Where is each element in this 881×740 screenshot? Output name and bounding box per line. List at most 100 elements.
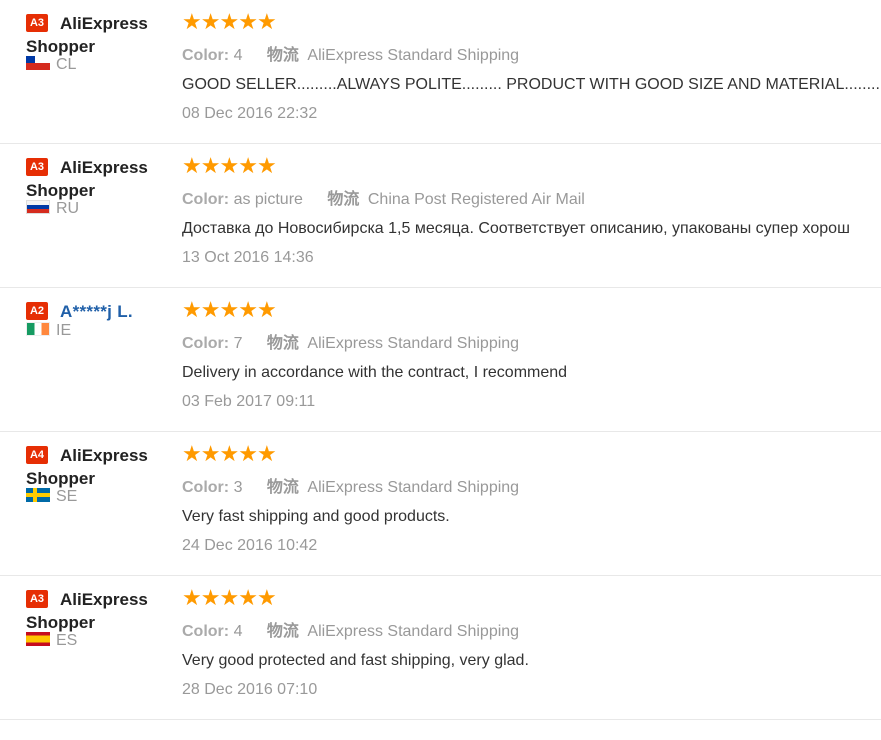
review-content: ★★★★★ Color: 3 物流 AliExpress Standard Sh… (182, 441, 881, 555)
color-label: Color: (182, 47, 230, 64)
color-value: as picture (233, 191, 303, 208)
reviewer-name-line2: Shopper (26, 37, 95, 56)
star-icon: ★ (219, 585, 239, 610)
reviewer-name-link[interactable]: A*****j L. (60, 302, 133, 321)
review-date: 13 Oct 2016 14:36 (182, 249, 314, 266)
review-content: ★★★★★ Color: 4 物流 AliExpress Standard Sh… (182, 9, 881, 123)
rating-stars: ★★★★★ (182, 297, 881, 322)
reviewer-country: SE (26, 488, 77, 506)
reviewer: A3 AliExpress Shopper (26, 588, 176, 634)
flag-cl-icon (26, 56, 50, 71)
color-label: Color: (182, 479, 230, 496)
star-icon: ★ (256, 9, 277, 34)
review-content: ★★★★★ Color: 7 物流 AliExpress Standard Sh… (182, 297, 881, 411)
reviewer-name-line2: Shopper (26, 181, 95, 200)
color-label: Color: (182, 335, 230, 352)
reviewer-name-line2: Shopper (26, 613, 95, 632)
reviewer-country: ES (26, 632, 77, 650)
star-icon: ★ (200, 153, 221, 178)
reviewer: A4 AliExpress Shopper (26, 444, 176, 490)
color-label: Color: (182, 623, 230, 640)
shipping-value: AliExpress Standard Shipping (307, 335, 520, 352)
color-label: Color: (182, 191, 230, 208)
star-icon: ★ (256, 297, 277, 322)
rating-stars: ★★★★★ (182, 153, 881, 178)
color-value: 4 (233, 623, 243, 640)
star-icon: ★ (256, 441, 277, 466)
star-icon: ★ (219, 9, 239, 34)
shipping-value: AliExpress Standard Shipping (307, 479, 520, 496)
review-date: 08 Dec 2016 22:32 (182, 105, 318, 122)
review-meta: Color: as picture 物流 China Post Register… (182, 185, 881, 209)
star-icon: ★ (200, 297, 221, 322)
review-item: A3 AliExpress Shopper CL ★★★★★ Color: 4 物… (0, 0, 881, 144)
review-meta: Color: 7 物流 AliExpress Standard Shipping (182, 329, 881, 353)
reviewer-name: AliExpress (60, 14, 148, 33)
reviewer: A2 A*****j L. (26, 300, 176, 323)
star-icon: ★ (256, 585, 277, 610)
star-icon: ★ (238, 297, 258, 322)
star-icon: ★ (182, 297, 202, 322)
reviewer-name: AliExpress (60, 446, 148, 465)
shipping-value: AliExpress Standard Shipping (307, 47, 520, 64)
flag-ru-icon (26, 200, 50, 215)
reviewer-country: RU (26, 200, 79, 218)
reviewer-country: IE (26, 322, 71, 340)
star-icon: ★ (238, 9, 258, 34)
star-icon: ★ (238, 585, 258, 610)
review-text: Доставка до Новосибирска 1,5 месяца. Соо… (182, 220, 850, 237)
star-icon: ★ (200, 441, 221, 466)
color-value: 4 (233, 47, 243, 64)
shipping-label: 物流 (327, 191, 360, 208)
buyer-level-badge: A2 (26, 302, 48, 320)
shipping-label: 物流 (266, 335, 299, 352)
reviewer: A3 AliExpress Shopper (26, 156, 176, 202)
star-icon: ★ (182, 153, 202, 178)
star-icon: ★ (182, 441, 202, 466)
shipping-label: 物流 (266, 623, 299, 640)
review-date: 03 Feb 2017 09:11 (182, 393, 316, 410)
color-value: 3 (233, 479, 243, 496)
review-meta: Color: 3 物流 AliExpress Standard Shipping (182, 473, 881, 497)
review-content: ★★★★★ Color: 4 物流 AliExpress Standard Sh… (182, 585, 881, 699)
buyer-level-badge: A4 (26, 446, 48, 464)
rating-stars: ★★★★★ (182, 441, 881, 466)
shipping-value: AliExpress Standard Shipping (307, 623, 520, 640)
review-meta: Color: 4 物流 AliExpress Standard Shipping (182, 617, 881, 641)
star-icon: ★ (200, 585, 221, 610)
shipping-label: 物流 (266, 47, 299, 64)
rating-stars: ★★★★★ (182, 9, 881, 34)
review-meta: Color: 4 物流 AliExpress Standard Shipping (182, 41, 881, 65)
reviewer-name: AliExpress (60, 590, 148, 609)
star-icon: ★ (182, 9, 202, 34)
review-item: A3 AliExpress Shopper RU ★★★★★ Color: as … (0, 144, 881, 288)
reviewer-name: AliExpress (60, 158, 148, 177)
flag-se-icon (26, 488, 50, 503)
star-icon: ★ (219, 153, 239, 178)
flag-ie-icon (26, 322, 50, 337)
buyer-level-badge: A3 (26, 158, 48, 176)
review-date: 28 Dec 2016 07:10 (182, 681, 318, 698)
reviewer: A3 AliExpress Shopper (26, 12, 176, 58)
rating-stars: ★★★★★ (182, 585, 881, 610)
review-item: A2 A*****j L. IE ★★★★★ Color: 7 物流 AliExp… (0, 288, 881, 432)
star-icon: ★ (256, 153, 277, 178)
star-icon: ★ (238, 153, 258, 178)
review-text: Very good protected and fast shipping, v… (182, 652, 529, 669)
review-text: Delivery in accordance with the contract… (182, 364, 568, 381)
star-icon: ★ (200, 9, 221, 34)
star-icon: ★ (238, 441, 258, 466)
review-item: A3 AliExpress Shopper ES ★★★★★ Color: 4 物… (0, 576, 881, 720)
review-date: 24 Dec 2016 10:42 (182, 537, 318, 554)
color-value: 7 (233, 335, 243, 352)
review-content: ★★★★★ Color: as picture 物流 China Post Re… (182, 153, 881, 267)
review-text: Very fast shipping and good products. (182, 508, 450, 525)
review-item: A4 AliExpress Shopper SE ★★★★★ Color: 3 物… (0, 432, 881, 576)
shipping-label: 物流 (266, 479, 299, 496)
buyer-level-badge: A3 (26, 590, 48, 608)
star-icon: ★ (219, 441, 239, 466)
buyer-level-badge: A3 (26, 14, 48, 32)
star-icon: ★ (219, 297, 239, 322)
star-icon: ★ (182, 585, 202, 610)
reviewer-name-line2: Shopper (26, 469, 95, 488)
